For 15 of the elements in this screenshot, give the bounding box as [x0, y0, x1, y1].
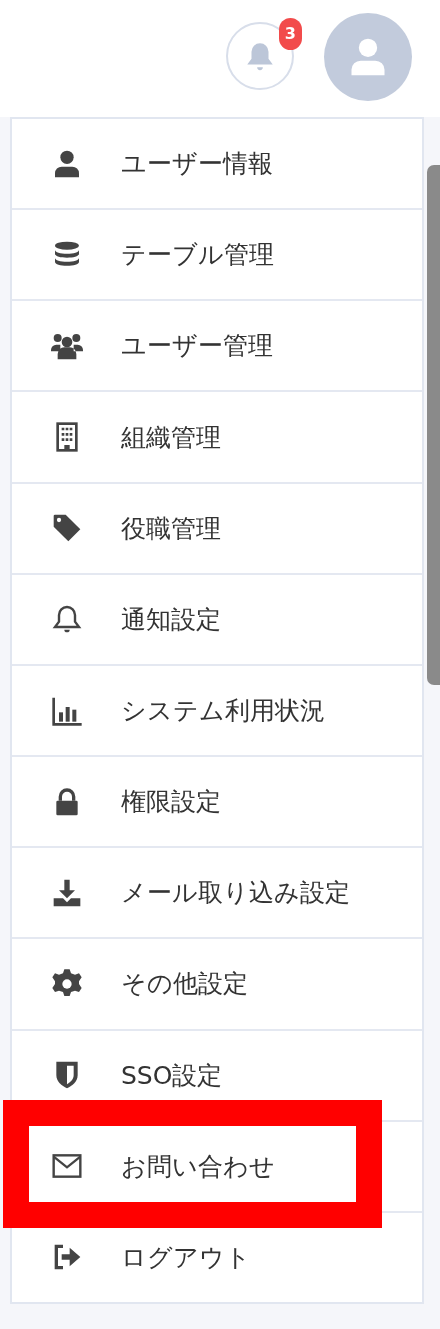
- menu-item[interactable]: メール取り込み設定: [12, 848, 422, 938]
- menu-item[interactable]: ログアウト: [12, 1212, 422, 1303]
- menu-item[interactable]: 組織管理: [12, 392, 422, 482]
- menu-item[interactable]: 役職管理: [12, 483, 422, 573]
- menu-item[interactable]: その他設定: [12, 939, 422, 1029]
- menu-item[interactable]: SSO設定: [12, 1030, 422, 1120]
- menu-item[interactable]: システム利用状況: [12, 665, 422, 756]
- scrollbar[interactable]: [427, 165, 440, 685]
- menu-item[interactable]: テーブル管理: [12, 210, 422, 300]
- notification-badge: 3: [278, 17, 302, 50]
- menu-item[interactable]: お問い合わせ: [12, 1121, 422, 1211]
- menu-item[interactable]: ユーザー情報: [12, 119, 422, 209]
- menu-item[interactable]: 通知設定: [12, 574, 422, 664]
- menu-item[interactable]: ユーザー管理: [12, 301, 422, 391]
- menu-item[interactable]: 権限設定: [12, 757, 422, 847]
